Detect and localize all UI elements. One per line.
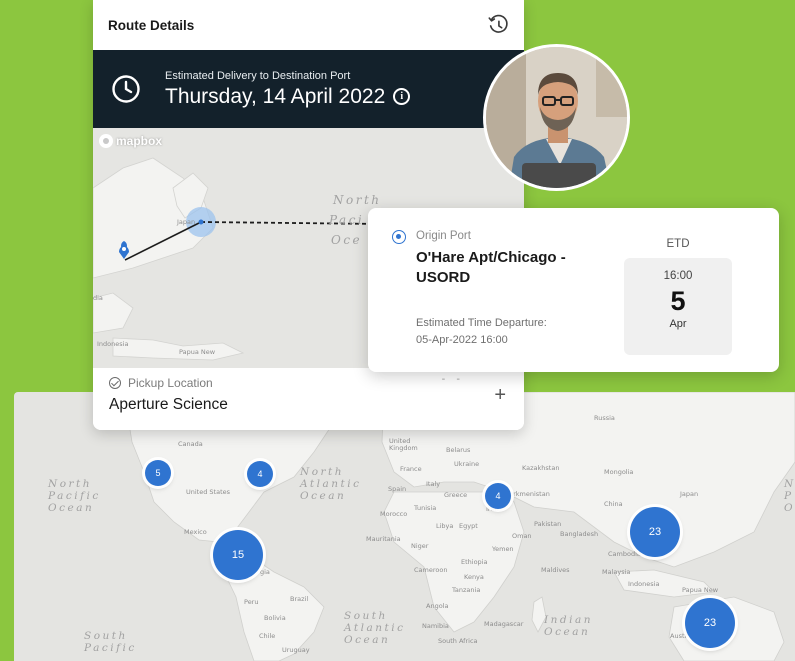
etd-day: 5 [670, 286, 686, 316]
ocean-pacific: Paci [329, 213, 365, 227]
map-label: Peru [244, 598, 259, 606]
etd-month: Apr [669, 318, 687, 330]
map-label: United States [186, 488, 231, 496]
pickup-label: Pickup Location [128, 376, 213, 390]
origin-port-name: O'Hare Apt/Chicago - USORD [416, 249, 566, 286]
add-stop-button[interactable]: + [494, 384, 506, 407]
map-label: Japan [177, 218, 196, 226]
origin-radio-icon [392, 230, 406, 244]
map-label: Mauritania [366, 535, 401, 543]
map-label: Libya [436, 522, 454, 530]
eta-text: Estimated Delivery to Destination Port T… [165, 69, 411, 109]
estimated-departure-value: 05-Apr-2022 16:00 [416, 334, 508, 346]
map-label: Angola [426, 602, 449, 610]
pickup-value: Aperture Science [109, 396, 228, 413]
pickup-location[interactable]: Pickup Location Aperture Science - - + [93, 368, 524, 430]
map-label: Brazil [290, 595, 309, 603]
map-label: Malaysia [602, 568, 631, 576]
map-cluster[interactable]: 23 [685, 598, 735, 648]
ocean-right-edge: N P O [784, 478, 795, 514]
ocean-ocean: Oce [331, 233, 363, 247]
map-label: Belarus [446, 446, 471, 454]
map-label: Chile [259, 632, 276, 640]
map-label: Pakistan [534, 520, 562, 528]
info-icon[interactable]: i [393, 88, 411, 105]
person-photo [486, 47, 627, 188]
map-label: Egypt [459, 522, 478, 530]
map-label: Uruguay [282, 646, 310, 654]
route-card-header: Route Details [93, 0, 524, 50]
map-label: Mexico [184, 528, 207, 536]
map-label: gia [260, 568, 270, 576]
map-label: South Africa [438, 637, 478, 645]
map-label: Indonesia [97, 340, 129, 348]
ocean-indian: Indian Ocean [544, 614, 594, 638]
map-cluster[interactable]: 23 [630, 507, 680, 557]
ocean-north: North [333, 193, 382, 207]
map-label: Madagascar [484, 620, 524, 628]
map-label: Papua New [179, 348, 216, 356]
map-label: Indonesia [628, 580, 660, 588]
map-label: China [604, 500, 623, 508]
map-label: Cambodia [608, 550, 641, 558]
map-label: Tunisia [414, 504, 437, 512]
ocean-south-atlantic: South Atlantic Ocean [344, 610, 406, 646]
mapbox-text: mapbox [116, 134, 163, 148]
ocean-north-atlantic: North Atlantic Ocean [300, 466, 362, 502]
mapbox-logo: mapbox [99, 134, 162, 148]
map-cluster[interactable]: 15 [213, 530, 263, 580]
origin-port-label: Origin Port [416, 230, 471, 242]
map-label: Japan [680, 490, 699, 498]
ocean-north-pacific: North Pacific Ocean [48, 478, 101, 514]
map-label: Spain [388, 485, 407, 493]
map-cluster[interactable]: 4 [247, 461, 273, 487]
origin-port-card[interactable]: Origin Port O'Hare Apt/Chicago - USORD E… [368, 208, 779, 372]
ocean-south-pacific: South Pacific [84, 630, 137, 654]
avatar [483, 44, 630, 191]
map-label: Bangladesh [560, 530, 599, 538]
map-label: Papua New [682, 586, 719, 594]
map-label: Maldives [541, 566, 570, 574]
map-label: Bolivia [264, 614, 286, 622]
map-label: United Kingdom [389, 437, 418, 452]
map-cluster[interactable]: 5 [145, 460, 171, 486]
map-label: Namibia [422, 622, 449, 630]
map-label: Canada [178, 440, 203, 448]
map-label: Oman [512, 532, 532, 540]
map-cluster[interactable]: 4 [485, 483, 511, 509]
map-label: France [400, 465, 422, 473]
map-label: Yemen [492, 545, 514, 553]
eta-banner: Estimated Delivery to Destination Port T… [93, 50, 524, 128]
etd-time: 16:00 [663, 270, 693, 282]
clock-icon [112, 75, 140, 103]
check-circle-icon [109, 377, 121, 389]
map-label: Ukraine [454, 460, 480, 468]
map-label: Italy [426, 480, 441, 488]
map-label: Kenya [464, 573, 484, 581]
map-label: Austr [670, 632, 688, 640]
map-label: Niger [411, 542, 429, 550]
history-icon[interactable] [487, 14, 509, 36]
map-label: Greece [444, 491, 468, 499]
estimated-departure-label: Estimated Time Departure: [416, 317, 547, 329]
eta-label: Estimated Delivery to Destination Port [165, 69, 351, 82]
map-label: Mongolia [604, 468, 634, 476]
map-label: Cameroon [414, 566, 448, 574]
route-card-title: Route Details [108, 17, 195, 33]
mapbox-icon [99, 134, 113, 148]
map-label: Kazakhstan [522, 464, 560, 472]
map-label: dia [93, 294, 103, 302]
map-label: Russia [594, 414, 615, 422]
world-map[interactable]: North Pacific Ocean North Atlantic Ocean… [14, 392, 795, 661]
etd-date-box: 16:00 5 Apr [624, 258, 732, 355]
map-label: Ethiopia [461, 558, 488, 566]
map-label: Turkmenistan [506, 490, 550, 498]
etd-label: ETD [666, 238, 690, 250]
map-label: Tanzania [452, 586, 481, 594]
pickup-dash: - - [441, 374, 464, 385]
eta-date: Thursday, 14 April 2022 [165, 84, 386, 108]
map-label: Morocco [380, 510, 408, 518]
eta-date-row: Thursday, 14 April 2022 i [165, 84, 411, 109]
